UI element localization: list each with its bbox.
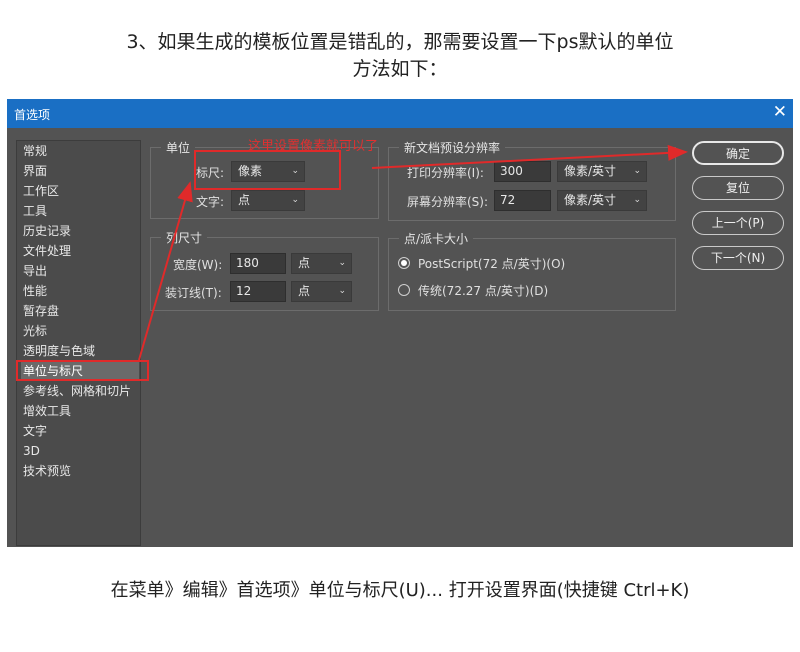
preferences-dialog: 首选项 ✕ 常规 界面 工作区 工具 历史记录 文件处理 导出 性能 暂存盘 光标 透明度与色域 单位… — [7, 99, 793, 547]
annotation-arrows — [138, 144, 688, 361]
arrow-ruler-to-ok — [371, 144, 688, 169]
instruction-heading-line2: 方法如下： — [352, 58, 448, 80]
instruction-heading-line1: 3、如果生成的模板位置是错乱的，那需要设置一下ps默认的单位 — [126, 31, 674, 53]
instruction-footer: 在菜单》编辑》首选项》单位与标尺(U)... 打开设置界面(快捷键 Ctrl+K… — [110, 580, 690, 601]
arrow-sidebar-to-ruler — [138, 181, 193, 361]
